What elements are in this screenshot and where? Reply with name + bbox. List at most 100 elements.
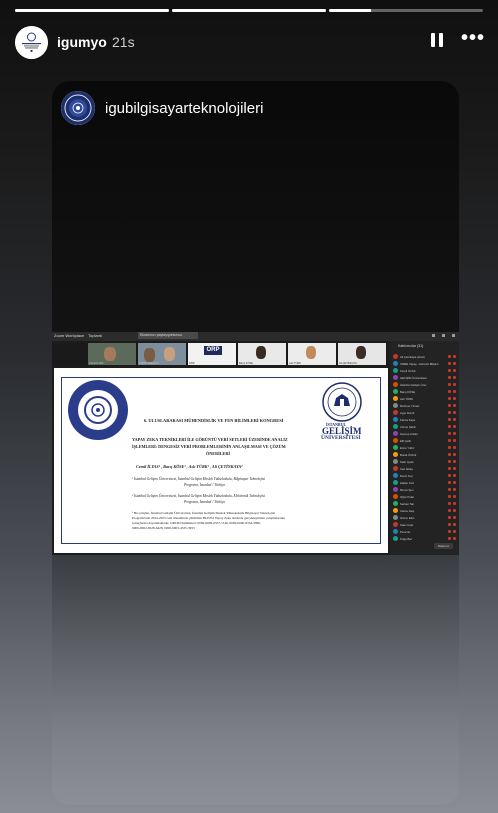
mic-off-icon [448, 404, 451, 407]
affiliation-line: ¹ İstanbul Gelişim Üniversitesi, İstanbu… [132, 477, 265, 481]
mic-off-icon [448, 369, 451, 372]
participant-row: Cemil İLYAS [393, 367, 457, 374]
video-tile: CMRE Toplantısı [138, 343, 186, 365]
participant-name: Mehmet Yılmaz [400, 403, 420, 408]
story-progress [15, 9, 483, 12]
participant-row: Cansu Ateş [393, 507, 457, 514]
paper-title-line: YAPAY ZEKA TEKNİKLERİ İLE GÖRÜNTÜ VERİ S… [132, 437, 288, 442]
more-options-icon[interactable]: ••• [461, 28, 485, 49]
participant-row: Barış KÖSE [393, 388, 457, 395]
post-author-name[interactable]: igubilgisayarteknolojileri [105, 100, 263, 117]
participant-row: Fatma Kaya [393, 416, 457, 423]
presentation-slide: İSTANBUL GELİŞİM ÜNİVERSİTESİ 6. ULUSLAR… [54, 368, 388, 553]
participant-name: Ayşe Demir [400, 410, 415, 415]
participant-avatar [393, 473, 398, 478]
participant-row: Ahmet Şahin [393, 423, 457, 430]
camera-off-icon [453, 376, 456, 379]
participant-row: Elif Çelik [393, 437, 457, 444]
camera-off-icon [453, 453, 456, 456]
participant-avatar [393, 410, 398, 415]
paper-authors: Cemil İLYAS¹ , Barış KÖSE¹ , Aslı TÜRK¹ … [136, 464, 243, 469]
participant-name: Burak Öztürk [400, 452, 417, 457]
participant-avatar [393, 501, 398, 506]
mic-off-icon [448, 390, 451, 393]
camera-off-icon [453, 516, 456, 519]
mic-off-icon [448, 439, 451, 442]
mic-off-icon [448, 453, 451, 456]
camera-off-icon [453, 509, 456, 512]
meeting-titlebar: Zoom Workplace Toplantı Ekranınızı payla… [52, 332, 459, 341]
participant-row: Zeynep Arslan [393, 430, 457, 437]
participant-avatar [393, 417, 398, 422]
mic-off-icon [448, 488, 451, 491]
participant-avatar [393, 354, 398, 359]
camera-off-icon [453, 488, 456, 491]
participant-row: Ali Çetinkaya (Host) [393, 353, 457, 360]
camera-off-icon [453, 460, 456, 463]
participant-avatar [393, 445, 398, 450]
participant-avatar [393, 508, 398, 513]
meeting-screenshot: Zoom Workplace Toplantı Ekranınızı payla… [52, 332, 459, 555]
maximize-icon [442, 334, 445, 337]
camera-off-icon [453, 446, 456, 449]
camera-off-icon [453, 467, 456, 470]
video-tile: Barış KÖSE [238, 343, 286, 365]
participant-name: Serkan Tan [400, 501, 415, 506]
participant-name: Ali Çetinkaya (Host) [400, 354, 425, 359]
pause-icon[interactable] [428, 32, 446, 50]
meeting-app-title: Zoom Workplace [54, 333, 85, 338]
participant-name: Elif Çelik [400, 438, 411, 443]
camera-off-icon [453, 355, 456, 358]
participant-avatar [393, 424, 398, 429]
participant-avatar [393, 536, 398, 541]
minimize-icon [432, 334, 435, 337]
congress-seal-logo [68, 380, 128, 440]
progress-segment [329, 9, 483, 12]
camera-off-icon [453, 418, 456, 421]
video-tile: Ali ÇETİNKAYA [338, 343, 386, 365]
participant-row: Serkan Tan [393, 500, 457, 507]
mic-off-icon [448, 376, 451, 379]
participant-name: İstanbul Gelişim Üniv [400, 382, 427, 387]
participant-row: Emre Yıldız [393, 444, 457, 451]
participant-row: Ayşe Demir [393, 409, 457, 416]
mic-off-icon [448, 537, 451, 540]
shared-post-card[interactable]: igubilgisayarteknolojileri Zoom Workplac… [52, 81, 459, 805]
participant-name: Aslı TÜRK [400, 396, 414, 401]
participant-avatar [393, 368, 398, 373]
participant-name: Cemil İLYAS [400, 368, 416, 373]
participant-avatar [393, 459, 398, 464]
participant-row: Deniz Koç [393, 472, 457, 479]
mic-off-icon [448, 516, 451, 519]
mic-off-icon [448, 474, 451, 477]
participant-avatar [393, 487, 398, 492]
mic-off-icon [448, 467, 451, 470]
profile-avatar[interactable] [15, 26, 48, 59]
participant-row: GELİŞİM Üniversitesi [393, 374, 457, 381]
mic-off-icon [448, 397, 451, 400]
meeting-tab-home: Toplantı [88, 333, 103, 338]
close-icon [452, 334, 455, 337]
participant-name: Gizem Ekin [400, 515, 415, 520]
participant-row: Tolga Bal [393, 535, 457, 542]
participant-name: Selin Aydın [400, 459, 414, 464]
participant-name: Zeynep Arslan [400, 431, 418, 436]
participant-row: Pınar Er [393, 528, 457, 535]
mic-off-icon [448, 481, 451, 484]
video-tile: Cemil İLYAS [88, 343, 136, 365]
mic-off-icon [448, 418, 451, 421]
participant-avatar [393, 522, 398, 527]
mic-off-icon [448, 355, 451, 358]
participant-row: Mehmet Yılmaz [393, 402, 457, 409]
participant-avatar [393, 480, 398, 485]
post-author-avatar[interactable] [61, 91, 95, 125]
affiliation-line: Programı, İstanbul / Türkiye [184, 483, 226, 487]
camera-off-icon [453, 439, 456, 442]
video-tile: Aslı TÜRK [288, 343, 336, 365]
mic-off-icon [448, 446, 451, 449]
camera-off-icon [453, 537, 456, 540]
participant-avatar [393, 494, 398, 499]
participant-name: Fatma Kaya [400, 417, 416, 422]
story-username[interactable]: igumyo [57, 34, 107, 50]
participant-avatar [393, 438, 398, 443]
